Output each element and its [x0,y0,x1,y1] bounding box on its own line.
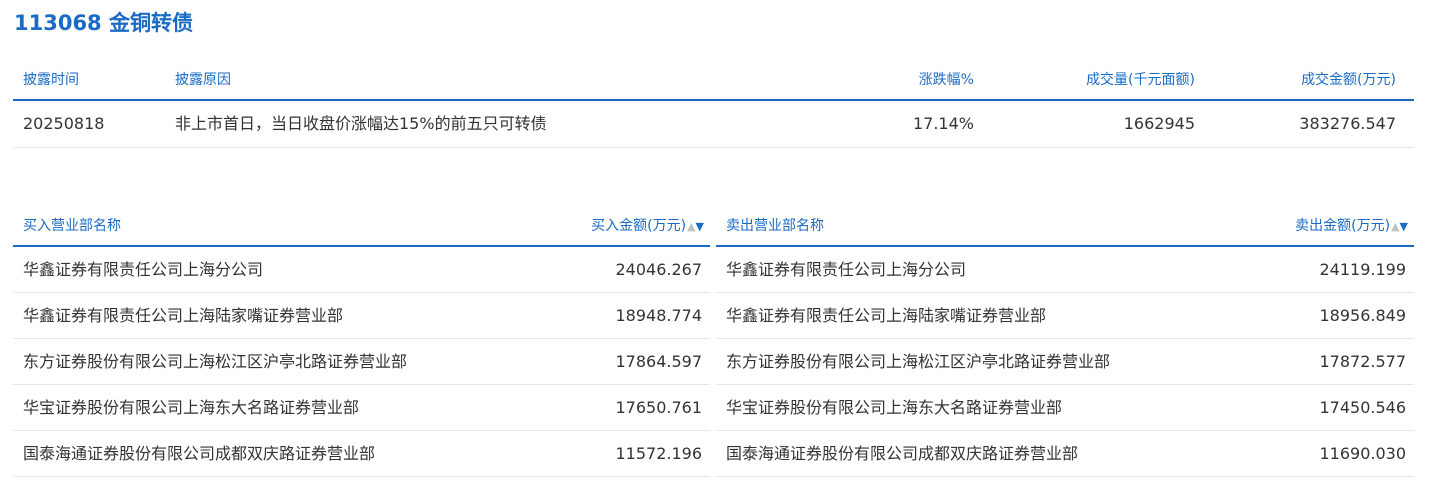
header-volume: 成交量(千元面额) [1086,72,1195,88]
sort-ascending-icon[interactable]: ▲ [1391,220,1399,233]
buy-amount-sort-header[interactable]: 买入金额(万元)▲▼ [591,208,704,245]
buy-broker-name: 东方证券股份有限公司上海松江区沪亭北路证券营业部 [23,352,408,371]
buy-broker-name: 国泰海通证券股份有限公司成都双庆路证券营业部 [23,444,376,463]
header-disclosure-reason: 披露原因 [175,72,231,88]
table-row: 华鑫证券有限责任公司上海陆家嘴证券营业部 18948.774 [13,293,710,339]
disclosure-date: 20250818 [23,114,105,133]
disclosure-summary-table: 披露时间 披露原因 涨跌幅% 成交量(千元面额) 成交金额(万元) 202508… [13,62,1414,148]
buy-amount: 11572.196 [615,444,702,463]
table-row: 国泰海通证券股份有限公司成都双庆路证券营业部 11572.196 [13,431,710,477]
table-row: 华鑫证券有限责任公司上海分公司 24119.199 [716,247,1414,293]
sell-broker-name: 华宝证券股份有限公司上海东大名路证券营业部 [726,398,1063,417]
sell-broker-name: 华鑫证券有限责任公司上海陆家嘴证券营业部 [726,306,1047,325]
sell-broker-table: 卖出营业部名称 卖出金额(万元)▲▼ 华鑫证券有限责任公司上海分公司 24119… [716,208,1414,477]
sort-ascending-icon[interactable]: ▲ [687,220,695,233]
table-row: 东方证券股份有限公司上海松江区沪亭北路证券营业部 17872.577 [716,339,1414,385]
header-turnover-amount: 成交金额(万元) [1301,72,1396,88]
disclosure-reason: 非上市首日，当日收盘价涨幅达15%的前五只可转债 [175,114,547,133]
sell-amount: 24119.199 [1319,260,1406,279]
sell-broker-name: 华鑫证券有限责任公司上海分公司 [726,260,967,279]
turnover-amount: 383276.547 [1299,114,1396,133]
buy-broker-name: 华宝证券股份有限公司上海东大名路证券营业部 [23,398,360,417]
sell-broker-name-header: 卖出营业部名称 [726,218,824,234]
buy-broker-table: 买入营业部名称 买入金额(万元)▲▼ 华鑫证券有限责任公司上海分公司 24046… [13,208,710,477]
table-row: 国泰海通证券股份有限公司成都双庆路证券营业部 11690.030 [716,431,1414,477]
summary-header-row: 披露时间 披露原因 涨跌幅% 成交量(千元面额) 成交金额(万元) [13,62,1414,101]
buy-amount-header-label: 买入金额(万元) [591,218,687,234]
sort-descending-icon[interactable]: ▼ [1400,220,1408,233]
page-title: 113068 金铜转债 [14,11,193,35]
table-row: 华宝证券股份有限公司上海东大名路证券营业部 17650.761 [13,385,710,431]
header-disclosure-date: 披露时间 [23,72,79,88]
buy-table-header: 买入营业部名称 买入金额(万元)▲▼ [13,208,710,247]
sell-table-header: 卖出营业部名称 卖出金额(万元)▲▼ [716,208,1414,247]
header-change-percent: 涨跌幅% [918,72,974,88]
buy-amount: 17650.761 [615,398,702,417]
buy-amount: 18948.774 [615,306,702,325]
sell-amount: 17450.546 [1319,398,1406,417]
sell-amount-header-label: 卖出金额(万元) [1295,218,1391,234]
table-row: 华鑫证券有限责任公司上海分公司 24046.267 [13,247,710,293]
summary-data-row: 20250818 非上市首日，当日收盘价涨幅达15%的前五只可转债 17.14%… [13,101,1414,148]
change-percent: 17.14% [912,114,974,133]
buy-broker-name: 华鑫证券有限责任公司上海分公司 [23,260,264,279]
volume: 1662945 [1123,114,1195,133]
buy-broker-name: 华鑫证券有限责任公司上海陆家嘴证券营业部 [23,306,344,325]
buy-amount: 17864.597 [615,352,702,371]
sort-descending-icon[interactable]: ▼ [696,220,704,233]
buy-broker-name-header: 买入营业部名称 [23,218,121,234]
sell-amount: 11690.030 [1319,444,1406,463]
sell-broker-name: 国泰海通证券股份有限公司成都双庆路证券营业部 [726,444,1079,463]
sell-amount: 17872.577 [1319,352,1406,371]
table-row: 华鑫证券有限责任公司上海陆家嘴证券营业部 18956.849 [716,293,1414,339]
sell-amount-sort-header[interactable]: 卖出金额(万元)▲▼ [1295,208,1408,245]
buy-amount: 24046.267 [615,260,702,279]
sell-amount: 18956.849 [1319,306,1406,325]
table-row: 华宝证券股份有限公司上海东大名路证券营业部 17450.546 [716,385,1414,431]
sell-broker-name: 东方证券股份有限公司上海松江区沪亭北路证券营业部 [726,352,1111,371]
table-row: 东方证券股份有限公司上海松江区沪亭北路证券营业部 17864.597 [13,339,710,385]
